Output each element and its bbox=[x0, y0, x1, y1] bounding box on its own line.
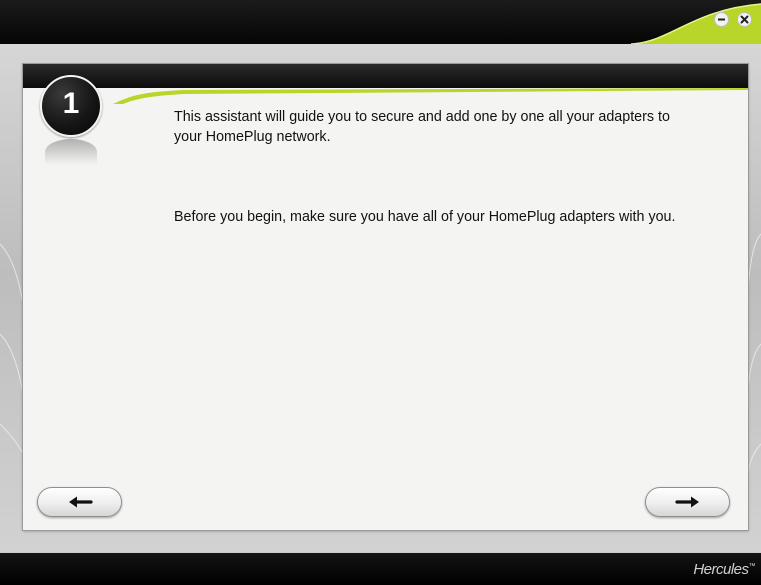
instruction-text: This assistant will guide you to secure … bbox=[174, 109, 670, 145]
title-bar[interactable] bbox=[0, 0, 761, 44]
minimize-icon bbox=[718, 18, 725, 21]
brand-name: Hercules bbox=[693, 561, 749, 578]
trademark-mark: ™ bbox=[748, 563, 756, 570]
back-button[interactable] bbox=[37, 487, 122, 517]
arrow-left-icon bbox=[68, 496, 93, 508]
close-icon bbox=[740, 15, 749, 24]
step-badge: 1 bbox=[40, 75, 102, 137]
next-button[interactable] bbox=[645, 487, 730, 517]
panel-header bbox=[23, 64, 748, 104]
minimize-button[interactable] bbox=[714, 12, 729, 27]
bottom-bar: Hercules™ bbox=[0, 553, 761, 585]
step-indicator: 1 bbox=[40, 75, 104, 185]
arrow-right-icon bbox=[674, 496, 699, 508]
step-badge-reflection bbox=[45, 139, 97, 165]
step-number: 1 bbox=[62, 87, 80, 120]
app-window: 1 This assistant will guide you to secur… bbox=[0, 0, 761, 585]
preparation-text: Before you begin, make sure you have all… bbox=[174, 209, 676, 225]
hercules-logo: Hercules™ bbox=[693, 561, 755, 578]
close-button[interactable] bbox=[737, 12, 752, 27]
